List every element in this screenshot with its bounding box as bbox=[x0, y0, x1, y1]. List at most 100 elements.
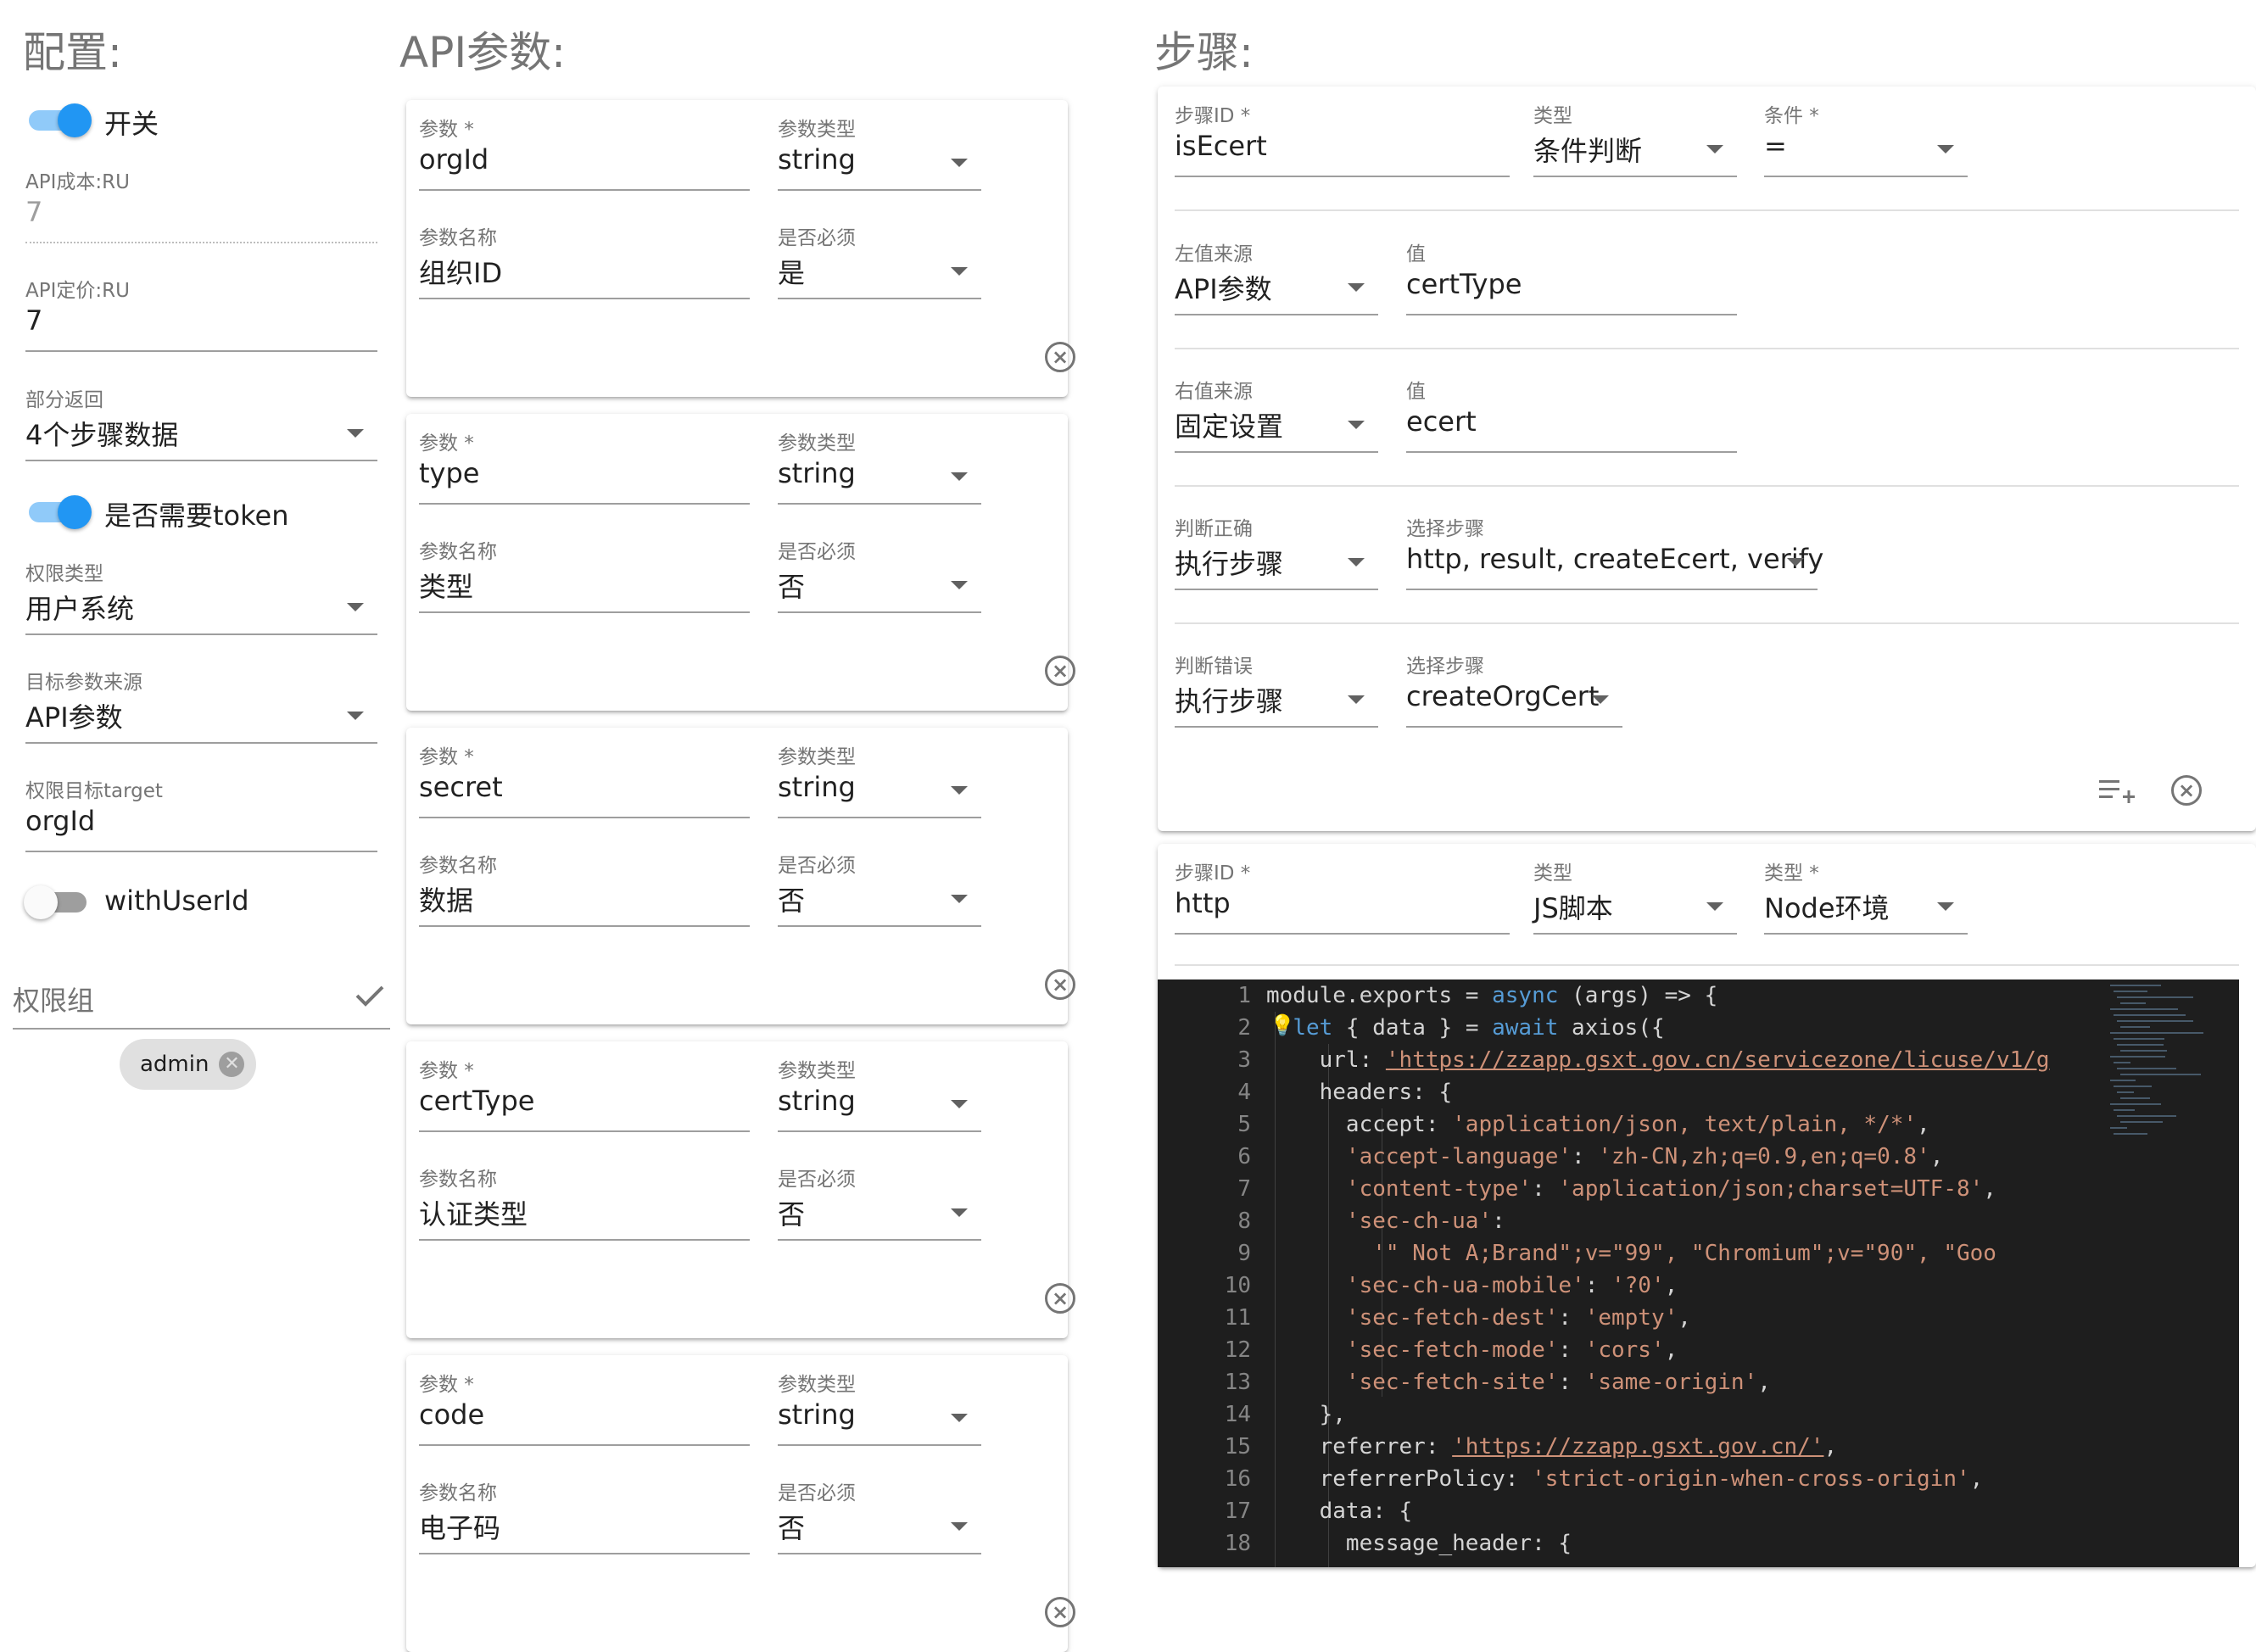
line-number: 8 bbox=[1237, 1208, 1251, 1234]
param-input[interactable]: secret bbox=[419, 771, 503, 803]
permission-type-select[interactable]: 权限类型 用户系统 bbox=[25, 557, 377, 635]
step2-env-select[interactable]: 类型 * Node环境 bbox=[1764, 857, 1968, 935]
param-type-label: 参数类型 bbox=[778, 433, 856, 455]
line-number: 9 bbox=[1237, 1241, 1251, 1266]
false-action-select[interactable]: 判断错误 执行步骤 bbox=[1175, 650, 1378, 728]
condition-select[interactable]: 条件 * = bbox=[1764, 99, 1968, 177]
close-circle-icon[interactable]: × bbox=[1045, 342, 1075, 372]
param-name-input[interactable]: 数据 bbox=[419, 879, 473, 918]
param-name-input[interactable]: 类型 bbox=[419, 566, 473, 605]
target-param-source-label: 目标参数来源 bbox=[25, 672, 142, 694]
right-source-select[interactable]: 右值来源 固定设置 bbox=[1175, 375, 1378, 453]
step-type-select[interactable]: 类型 条件判断 bbox=[1533, 99, 1737, 177]
close-circle-icon[interactable]: × bbox=[1045, 656, 1075, 686]
close-circle-icon[interactable]: × bbox=[1045, 969, 1075, 1000]
param-name-field[interactable]: 参数名称 类型 bbox=[419, 535, 750, 613]
param-field[interactable]: 参数 * type bbox=[419, 427, 750, 505]
partial-return-select[interactable]: 部分返回 4个步骤数据 bbox=[25, 383, 377, 461]
minimap-line bbox=[2114, 1038, 2164, 1040]
playlist-add-icon[interactable] bbox=[2097, 775, 2135, 806]
required-select[interactable]: 是否必须否 bbox=[778, 1163, 981, 1241]
minimap-line bbox=[2110, 985, 2161, 986]
param-field[interactable]: 参数 * certType bbox=[419, 1054, 750, 1132]
right-value-input[interactable]: ecert bbox=[1406, 405, 1477, 438]
left-value-field[interactable]: 值 certType bbox=[1406, 237, 1737, 315]
param-input[interactable]: code bbox=[419, 1398, 484, 1431]
param-field[interactable]: 参数 * code bbox=[419, 1368, 750, 1446]
step-id-label: 步骤ID * bbox=[1175, 105, 1251, 127]
param-input[interactable]: orgId bbox=[419, 143, 489, 176]
param-type-value: string bbox=[778, 1398, 856, 1431]
left-source-label: 左值来源 bbox=[1175, 243, 1253, 265]
right-value-field[interactable]: 值 ecert bbox=[1406, 375, 1737, 453]
param-name-field[interactable]: 参数名称 认证类型 bbox=[419, 1163, 750, 1241]
partial-return-value: 4个步骤数据 bbox=[25, 419, 179, 451]
param-name-input[interactable]: 认证类型 bbox=[419, 1193, 528, 1232]
target-param-source-select[interactable]: 目标参数来源 API参数 bbox=[25, 666, 377, 744]
param-field[interactable]: 参数 * orgId bbox=[419, 113, 750, 191]
left-source-value: API参数 bbox=[1175, 273, 1272, 305]
param-name-field[interactable]: 参数名称 电子码 bbox=[419, 1476, 750, 1554]
step2-id-input[interactable]: http bbox=[1175, 887, 1231, 919]
left-source-select[interactable]: 左值来源 API参数 bbox=[1175, 237, 1378, 315]
param-name-label: 参数名称 bbox=[419, 1169, 497, 1191]
close-circle-icon[interactable]: × bbox=[2171, 775, 2202, 806]
required-select[interactable]: 是否必须否 bbox=[778, 1476, 981, 1554]
false-steps-select[interactable]: 选择步骤 createOrgCert bbox=[1406, 650, 1622, 728]
code-line: 'content-type': 'application/json;charse… bbox=[1345, 1176, 1996, 1202]
param-type-select[interactable]: 参数类型 string bbox=[778, 427, 981, 505]
param-type-select[interactable]: 参数类型 string bbox=[778, 1054, 981, 1132]
param-name-input[interactable]: 组织ID bbox=[419, 252, 502, 291]
param-name-field[interactable]: 参数名称 数据 bbox=[419, 849, 750, 927]
minimap-line bbox=[2114, 1062, 2130, 1063]
param-input[interactable]: type bbox=[419, 457, 479, 489]
right-source-label: 右值来源 bbox=[1175, 381, 1253, 403]
permission-target-field[interactable]: 权限目标target orgId bbox=[25, 774, 377, 852]
code-line: 'sec-ch-ua': bbox=[1345, 1208, 1505, 1234]
api-price-input[interactable]: 7 bbox=[25, 304, 42, 337]
api-price-field[interactable]: API定价:RU 7 bbox=[25, 274, 377, 352]
param-type-select[interactable]: 参数类型 string bbox=[778, 113, 981, 191]
required-select[interactable]: 是否必须否 bbox=[778, 849, 981, 927]
true-action-value: 执行步骤 bbox=[1175, 548, 1284, 580]
step-id-input[interactable]: isEcert bbox=[1175, 130, 1267, 162]
with-userid-switch[interactable] bbox=[24, 884, 90, 919]
step2-id-field[interactable]: 步骤ID * http bbox=[1175, 857, 1510, 935]
permission-group-label: 权限组 bbox=[13, 985, 95, 1017]
param-card: 参数 * secret 参数类型 string 参数名称 数据 是否必须否 × bbox=[406, 728, 1075, 1024]
required-select[interactable]: 是否必须是 bbox=[778, 221, 981, 299]
chevron-down-icon bbox=[347, 603, 364, 611]
param-name-input[interactable]: 电子码 bbox=[419, 1507, 500, 1546]
code-editor[interactable]: 1 2 3 4 5 6 7 8 9 10 11 12 13 14 15 16 17 18 💡 module.exp… bbox=[1158, 979, 2239, 1567]
true-steps-label: 选择步骤 bbox=[1406, 518, 1484, 540]
param-name-label: 参数名称 bbox=[419, 855, 497, 877]
param-input[interactable]: certType bbox=[419, 1085, 534, 1117]
need-token-switch[interactable] bbox=[25, 494, 92, 529]
permission-target-input[interactable]: orgId bbox=[25, 805, 95, 837]
close-circle-icon[interactable]: × bbox=[1045, 1597, 1075, 1627]
permission-type-value: 用户系统 bbox=[25, 593, 135, 625]
step-id-field[interactable]: 步骤ID * isEcert bbox=[1175, 99, 1510, 177]
true-steps-select[interactable]: 选择步骤 http, result, createEcert, verify bbox=[1406, 512, 1823, 590]
code-minimap[interactable] bbox=[2103, 979, 2239, 1166]
step2-type-select[interactable]: 类型 JS脚本 bbox=[1533, 857, 1737, 935]
false-action-label: 判断错误 bbox=[1175, 656, 1253, 678]
check-icon[interactable] bbox=[355, 984, 385, 1007]
line-number: 1 bbox=[1237, 983, 1251, 1008]
chevron-down-icon bbox=[1706, 145, 1723, 153]
param-name-field[interactable]: 参数名称 组织ID bbox=[419, 221, 750, 299]
param-type-select[interactable]: 参数类型 string bbox=[778, 1368, 981, 1446]
code-content[interactable]: module.exports = async (args) => { let {… bbox=[1266, 979, 2086, 1567]
param-type-select[interactable]: 参数类型 string bbox=[778, 740, 981, 818]
code-line: 'sec-fetch-mode': 'cors', bbox=[1345, 1337, 1678, 1363]
true-action-select[interactable]: 判断正确 执行步骤 bbox=[1175, 512, 1378, 590]
minimap-line bbox=[2120, 1121, 2163, 1123]
param-field[interactable]: 参数 * secret bbox=[419, 740, 750, 818]
required-select[interactable]: 是否必须否 bbox=[778, 535, 981, 613]
enabled-switch[interactable] bbox=[25, 102, 92, 137]
left-value-input[interactable]: certType bbox=[1406, 268, 1522, 300]
chip-close-icon[interactable]: ✕ bbox=[219, 1052, 245, 1077]
chevron-down-icon bbox=[951, 786, 968, 795]
admin-chip[interactable]: admin ✕ bbox=[120, 1039, 257, 1090]
close-circle-icon[interactable]: × bbox=[1045, 1283, 1075, 1314]
